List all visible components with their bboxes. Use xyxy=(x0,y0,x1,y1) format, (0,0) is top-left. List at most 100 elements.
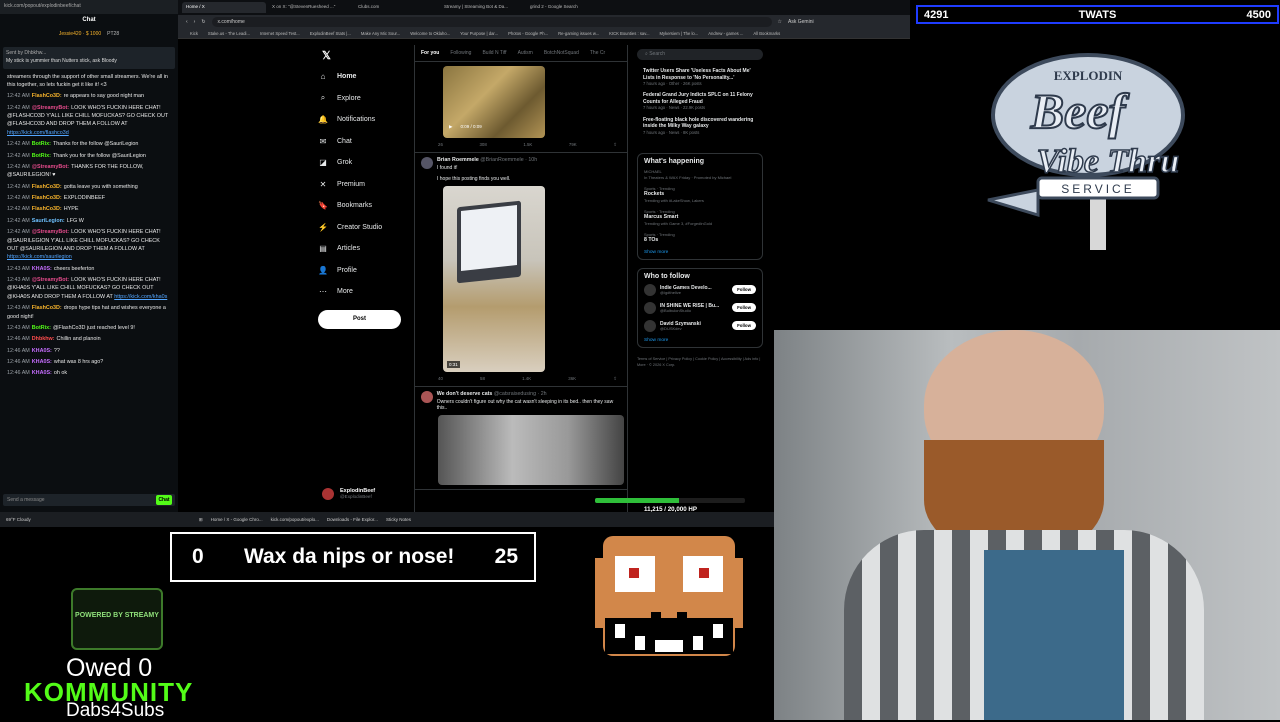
repost-count[interactable]: 58 xyxy=(480,376,485,382)
trend-item[interactable]: MICHAEL In Theaters & WAX Friday · Promot… xyxy=(644,169,756,179)
avatar[interactable] xyxy=(421,157,433,169)
avatar[interactable] xyxy=(644,319,656,332)
nav-item-articles[interactable]: ▤ Articles xyxy=(318,238,418,260)
show-more-link[interactable]: Show more xyxy=(644,338,756,343)
trend-item[interactable]: Sports · Trending Marcus Smart Trending wi… xyxy=(644,209,756,226)
trend-item[interactable]: Sports · Trending Rockets Trending with #L… xyxy=(644,186,756,203)
reply-count[interactable]: 40 xyxy=(438,376,443,382)
show-more-link[interactable]: Show more xyxy=(644,250,756,255)
ask-gemini-button[interactable]: Ask Gemini xyxy=(788,19,814,25)
chat-input[interactable]: Send a message xyxy=(3,494,175,506)
tweet-cats[interactable]: We don't deserve cats @catsraisedusing ·… xyxy=(415,387,627,490)
taskbar-item[interactable]: Sticky Notes xyxy=(386,517,411,522)
news-item[interactable]: Twitter Users Share 'Useless Facts About… xyxy=(643,68,757,86)
avatar[interactable] xyxy=(322,488,334,500)
chat-username[interactable]: FlashCo3D: xyxy=(32,195,62,201)
feed-tab[interactable]: Following xyxy=(450,50,471,56)
avatar[interactable] xyxy=(644,301,656,314)
post-button[interactable]: Post xyxy=(318,310,401,329)
chat-username[interactable]: Dhbkhw: xyxy=(32,336,55,342)
bookmark-item[interactable]: Re-gaming issues w... xyxy=(558,31,599,36)
tweet-author[interactable]: Brian Roemmele @BrianRoemmele · 10h xyxy=(437,157,537,163)
footer-links[interactable]: Terms of Service | Privacy Policy | Cook… xyxy=(637,356,763,368)
repost-count[interactable]: 308 xyxy=(479,142,486,148)
news-item[interactable]: Federal Grand Jury Indicts SPLC on 11 Fe… xyxy=(643,92,757,110)
chat-username[interactable]: FlashCo3D: xyxy=(32,93,62,99)
back-icon[interactable]: ‹ xyxy=(186,19,188,25)
weather[interactable]: 69°F Cloudy xyxy=(6,517,31,522)
browser-tab[interactable]: grind 2 - Google Search xyxy=(526,2,610,13)
nav-item-bookmarks[interactable]: 🔖 Bookmarks xyxy=(318,195,418,217)
star-icon[interactable]: ☆ xyxy=(778,19,782,25)
feed-tab[interactable]: BotchNotSquad xyxy=(544,50,579,56)
chat-username[interactable]: BotRix: xyxy=(32,153,51,159)
follow-suggestion[interactable]: Indie Games Develo... @igdthelive Follow xyxy=(644,283,756,296)
chat-link[interactable]: https://kick.com/flashco3d xyxy=(7,130,69,136)
avatar[interactable] xyxy=(421,391,433,403)
chat-username[interactable]: @StreamyBot: xyxy=(32,105,69,111)
nav-item-premium[interactable]: ✕ Premium xyxy=(318,174,418,196)
chat-username[interactable]: @StreamyBot: xyxy=(32,164,69,170)
nav-item-profile[interactable]: 👤 Profile xyxy=(318,260,418,282)
bookmark-item[interactable]: Welcome to Oklaho... xyxy=(410,31,450,36)
account-switcher[interactable]: ExplodinBeef @ExplodinBeef xyxy=(340,488,375,499)
search-input[interactable]: ⌕ Search xyxy=(637,49,763,60)
follow-button[interactable]: Follow xyxy=(732,303,756,313)
browser-tab[interactable]: X on X: "@StevenRuesheed ..." xyxy=(268,2,352,13)
bookmark-item[interactable]: Stake.us - The Leadi... xyxy=(208,31,250,36)
avatar[interactable] xyxy=(644,283,656,296)
nav-item-home[interactable]: ⌂ Home xyxy=(318,66,418,88)
news-item[interactable]: Free-floating black hole discovered wand… xyxy=(643,117,757,135)
tweet-brian[interactable]: Brian Roemmele @BrianRoemmele · 10h I fo… xyxy=(415,153,627,387)
nav-item-more[interactable]: ⋯ More xyxy=(318,281,418,303)
chat-username[interactable]: KHA0S: xyxy=(32,266,52,272)
bookmark-item[interactable]: All Bookmarks xyxy=(753,31,780,36)
feed-tab[interactable]: For you xyxy=(421,50,439,56)
taskbar-item[interactable]: kick.com/popout/explo... xyxy=(271,517,319,522)
reload-icon[interactable]: ↻ xyxy=(201,19,205,25)
feed-tab[interactable]: Autism xyxy=(518,50,533,56)
nav-item-grok[interactable]: ◪ Grok xyxy=(318,152,418,174)
browser-tab[interactable]: Home / X xyxy=(182,2,266,13)
chat-username[interactable]: KHA0S: xyxy=(32,348,52,354)
x-logo-icon[interactable]: 𝕏 xyxy=(322,49,331,62)
chat-username[interactable]: KHA0S: xyxy=(32,370,52,376)
bookmark-item[interactable]: Mykersiem | The lo... xyxy=(660,31,699,36)
bookmark-item[interactable]: KICK Bounties : sav... xyxy=(609,31,649,36)
share-icon[interactable]: ⇪ xyxy=(613,142,617,148)
bookmark-item[interactable]: Kick xyxy=(190,31,198,36)
share-icon[interactable]: ⇪ xyxy=(613,376,617,382)
windows-start-icon[interactable]: ⊞ xyxy=(199,517,203,523)
forward-icon[interactable]: › xyxy=(194,19,196,25)
chat-link[interactable]: https://kick.com/saurilegion xyxy=(7,254,72,260)
like-count[interactable]: 1.5K xyxy=(523,142,532,148)
feed-tab[interactable]: Build N Tiff xyxy=(482,50,506,56)
send-chat-button[interactable]: Chat xyxy=(156,495,172,505)
reply-count[interactable]: 26 xyxy=(438,142,443,148)
chat-username[interactable]: FlashCo3D: xyxy=(32,305,62,311)
bookmark-item[interactable]: Your Purpose | dar... xyxy=(460,31,498,36)
chat-username[interactable]: @StreamyBot: xyxy=(32,229,69,235)
nav-item-explore[interactable]: ⌕ Explore xyxy=(318,88,418,110)
taskbar-item[interactable]: Home / X - Google Chro... xyxy=(211,517,263,522)
taskbar-item[interactable]: Downloads - File Explor... xyxy=(327,517,378,522)
video-thumbnail[interactable] xyxy=(438,415,624,485)
chat-username[interactable]: BotRix: xyxy=(32,325,51,331)
bookmark-item[interactable]: Photos - Google Ph... xyxy=(508,31,548,36)
browser-tab[interactable]: Clubs.com xyxy=(354,2,438,13)
trend-item[interactable]: Sports · Trending 8 TOs xyxy=(644,232,756,244)
follow-button[interactable]: Follow xyxy=(732,321,756,331)
chat-username[interactable]: @StreamyBot: xyxy=(32,277,69,283)
chat-username[interactable]: FlashCo3D: xyxy=(32,206,62,212)
chat-username[interactable]: KHA0S: xyxy=(32,359,52,365)
tweet-author[interactable]: We don't deserve cats @catsraisedusing ·… xyxy=(437,391,621,397)
nav-item-creator-studio[interactable]: ⚡ Creator Studio xyxy=(318,217,418,239)
bookmark-item[interactable]: Internet Speed Test... xyxy=(260,31,300,36)
chat-username[interactable]: BotRix: xyxy=(32,141,51,147)
view-count[interactable]: 79K xyxy=(569,142,577,148)
video-thumbnail[interactable]: 0:31 xyxy=(443,186,545,372)
bookmark-item[interactable]: Make Any Mic Sour... xyxy=(361,31,400,36)
tweet-video[interactable]: ▶ 0:09 / 0:09 26 308 1.5K 79K ⇪ xyxy=(415,66,627,153)
chat-username[interactable]: FlashCo3D: xyxy=(32,184,62,190)
bookmark-item[interactable]: Andrew - games ... xyxy=(708,31,743,36)
